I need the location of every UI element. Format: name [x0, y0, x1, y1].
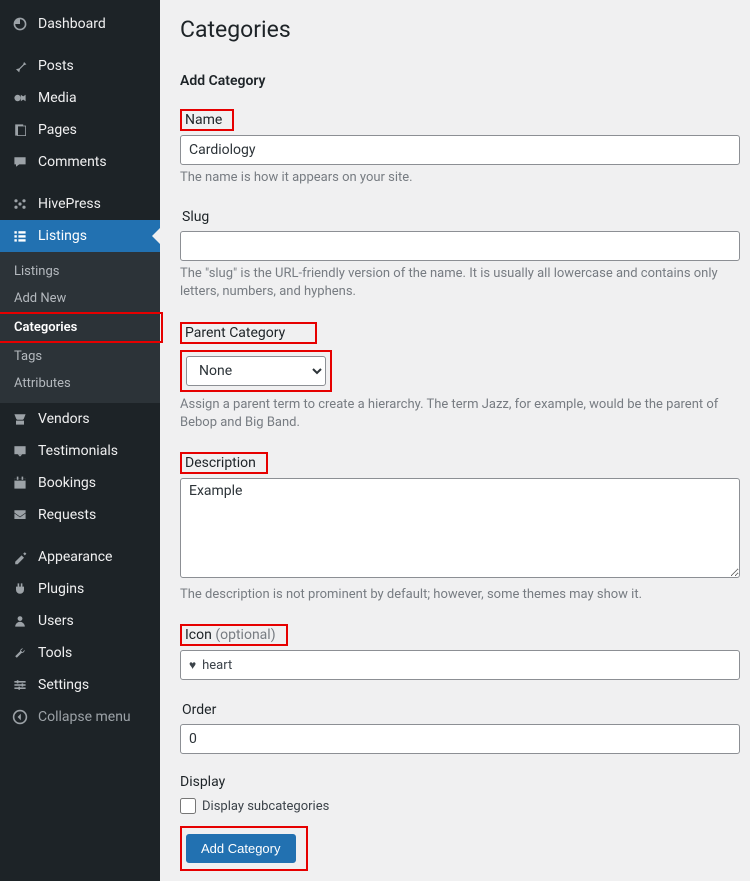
collapse-icon — [10, 709, 30, 725]
name-input[interactable] — [180, 135, 740, 165]
submenu-item-listings[interactable]: Listings — [0, 258, 160, 285]
comments-icon — [10, 154, 30, 170]
sidebar-item-pages[interactable]: Pages — [0, 114, 160, 146]
sidebar-item-hivepress[interactable]: HivePress — [0, 188, 160, 220]
display-subcategories-label: Display subcategories — [202, 799, 329, 814]
page-title: Categories — [180, 10, 740, 43]
sidebar-item-comments[interactable]: Comments — [0, 146, 160, 178]
field-display: Display Display subcategories — [180, 774, 740, 814]
requests-icon — [10, 507, 30, 523]
icon-value: heart — [202, 658, 232, 673]
submenu-item-add-new[interactable]: Add New — [0, 285, 160, 312]
bookings-icon — [10, 475, 30, 491]
sidebar-item-posts[interactable]: Posts — [0, 50, 160, 82]
slug-input[interactable] — [180, 231, 740, 261]
plugins-icon — [10, 581, 30, 597]
description-label: Description — [180, 452, 268, 474]
sidebar-item-media[interactable]: Media — [0, 82, 160, 114]
parent-desc: Assign a parent term to create a hierarc… — [180, 396, 740, 432]
order-label: Order — [180, 700, 222, 720]
users-icon — [10, 613, 30, 629]
icon-select[interactable]: ♥ heart — [180, 650, 740, 680]
icon-optional: (optional) — [212, 627, 276, 643]
parent-label: Parent Category — [180, 322, 317, 344]
field-order: Order — [180, 700, 740, 754]
description-textarea[interactable] — [180, 478, 740, 578]
slug-desc: The "slug" is the URL-friendly version o… — [180, 265, 740, 301]
sidebar-item-label: Tools — [38, 645, 72, 661]
tools-icon — [10, 645, 30, 661]
display-subcategories-checkbox[interactable] — [180, 798, 196, 814]
sidebar-item-listings[interactable]: Listings — [0, 220, 160, 252]
admin-sidebar: Dashboard Posts Media Pages Comments Hiv… — [0, 0, 160, 881]
sidebar-item-label: Testimonials — [38, 443, 118, 459]
sidebar-item-collapse[interactable]: Collapse menu — [0, 701, 160, 733]
display-label: Display — [180, 774, 225, 790]
settings-icon — [10, 677, 30, 693]
sidebar-item-label: Posts — [38, 58, 74, 74]
submenu-item-categories[interactable]: Categories — [0, 312, 163, 343]
sidebar-item-users[interactable]: Users — [0, 605, 160, 637]
sidebar-item-tools[interactable]: Tools — [0, 637, 160, 669]
sidebar-item-label: Pages — [38, 122, 77, 138]
vendors-icon — [10, 411, 30, 427]
pages-icon — [10, 122, 30, 138]
appearance-icon — [10, 549, 30, 565]
parent-select[interactable]: None — [186, 356, 326, 386]
heart-icon: ♥ — [189, 658, 196, 672]
sidebar-item-label: HivePress — [38, 196, 101, 212]
field-name: Name The name is how it appears on your … — [180, 109, 740, 187]
sidebar-item-testimonials[interactable]: Testimonials — [0, 435, 160, 467]
field-icon: Icon (optional) ♥ heart — [180, 624, 740, 680]
sidebar-item-label: Comments — [38, 154, 107, 170]
field-parent: Parent Category None Assign a parent ter… — [180, 322, 740, 432]
sidebar-item-dashboard[interactable]: Dashboard — [0, 8, 160, 40]
field-description: Description The description is not promi… — [180, 452, 740, 604]
sidebar-item-requests[interactable]: Requests — [0, 499, 160, 531]
slug-label: Slug — [180, 207, 215, 227]
add-category-button[interactable]: Add Category — [186, 834, 296, 863]
sidebar-item-label: Requests — [38, 507, 96, 523]
pin-icon — [10, 58, 30, 74]
submenu-item-attributes[interactable]: Attributes — [0, 370, 160, 397]
sidebar-item-label: Settings — [38, 677, 89, 693]
sidebar-item-plugins[interactable]: Plugins — [0, 573, 160, 605]
sidebar-item-label: Appearance — [38, 549, 112, 565]
sidebar-item-bookings[interactable]: Bookings — [0, 467, 160, 499]
sidebar-item-label: Listings — [38, 228, 87, 244]
sidebar-item-appearance[interactable]: Appearance — [0, 541, 160, 573]
testimonials-icon — [10, 443, 30, 459]
icon-label-text: Icon — [185, 627, 212, 643]
sidebar-item-label: Media — [38, 90, 77, 106]
listings-icon — [10, 228, 30, 244]
order-input[interactable] — [180, 724, 740, 754]
sidebar-item-label: Dashboard — [38, 16, 106, 32]
field-slug: Slug The "slug" is the URL-friendly vers… — [180, 207, 740, 301]
name-desc: The name is how it appears on your site. — [180, 169, 740, 187]
sidebar-item-label: Users — [38, 613, 74, 629]
sidebar-item-label: Plugins — [38, 581, 84, 597]
sidebar-submenu-listings: Listings Add New Categories Tags Attribu… — [0, 252, 160, 403]
sidebar-item-label: Bookings — [38, 475, 96, 491]
submit-highlight: Add Category — [180, 826, 308, 871]
section-title: Add Category — [180, 73, 740, 89]
hivepress-icon — [10, 196, 30, 212]
submenu-item-tags[interactable]: Tags — [0, 343, 160, 370]
sidebar-item-label: Collapse menu — [38, 709, 131, 725]
sidebar-item-vendors[interactable]: Vendors — [0, 403, 160, 435]
name-label: Name — [180, 109, 234, 131]
dashboard-icon — [10, 16, 30, 32]
content: Categories Add Category Name The name is… — [160, 0, 750, 881]
sidebar-item-settings[interactable]: Settings — [0, 669, 160, 701]
media-icon — [10, 90, 30, 106]
description-desc: The description is not prominent by defa… — [180, 586, 740, 604]
sidebar-item-label: Vendors — [38, 411, 90, 427]
icon-label: Icon (optional) — [180, 624, 288, 646]
parent-select-highlight: None — [180, 350, 332, 392]
